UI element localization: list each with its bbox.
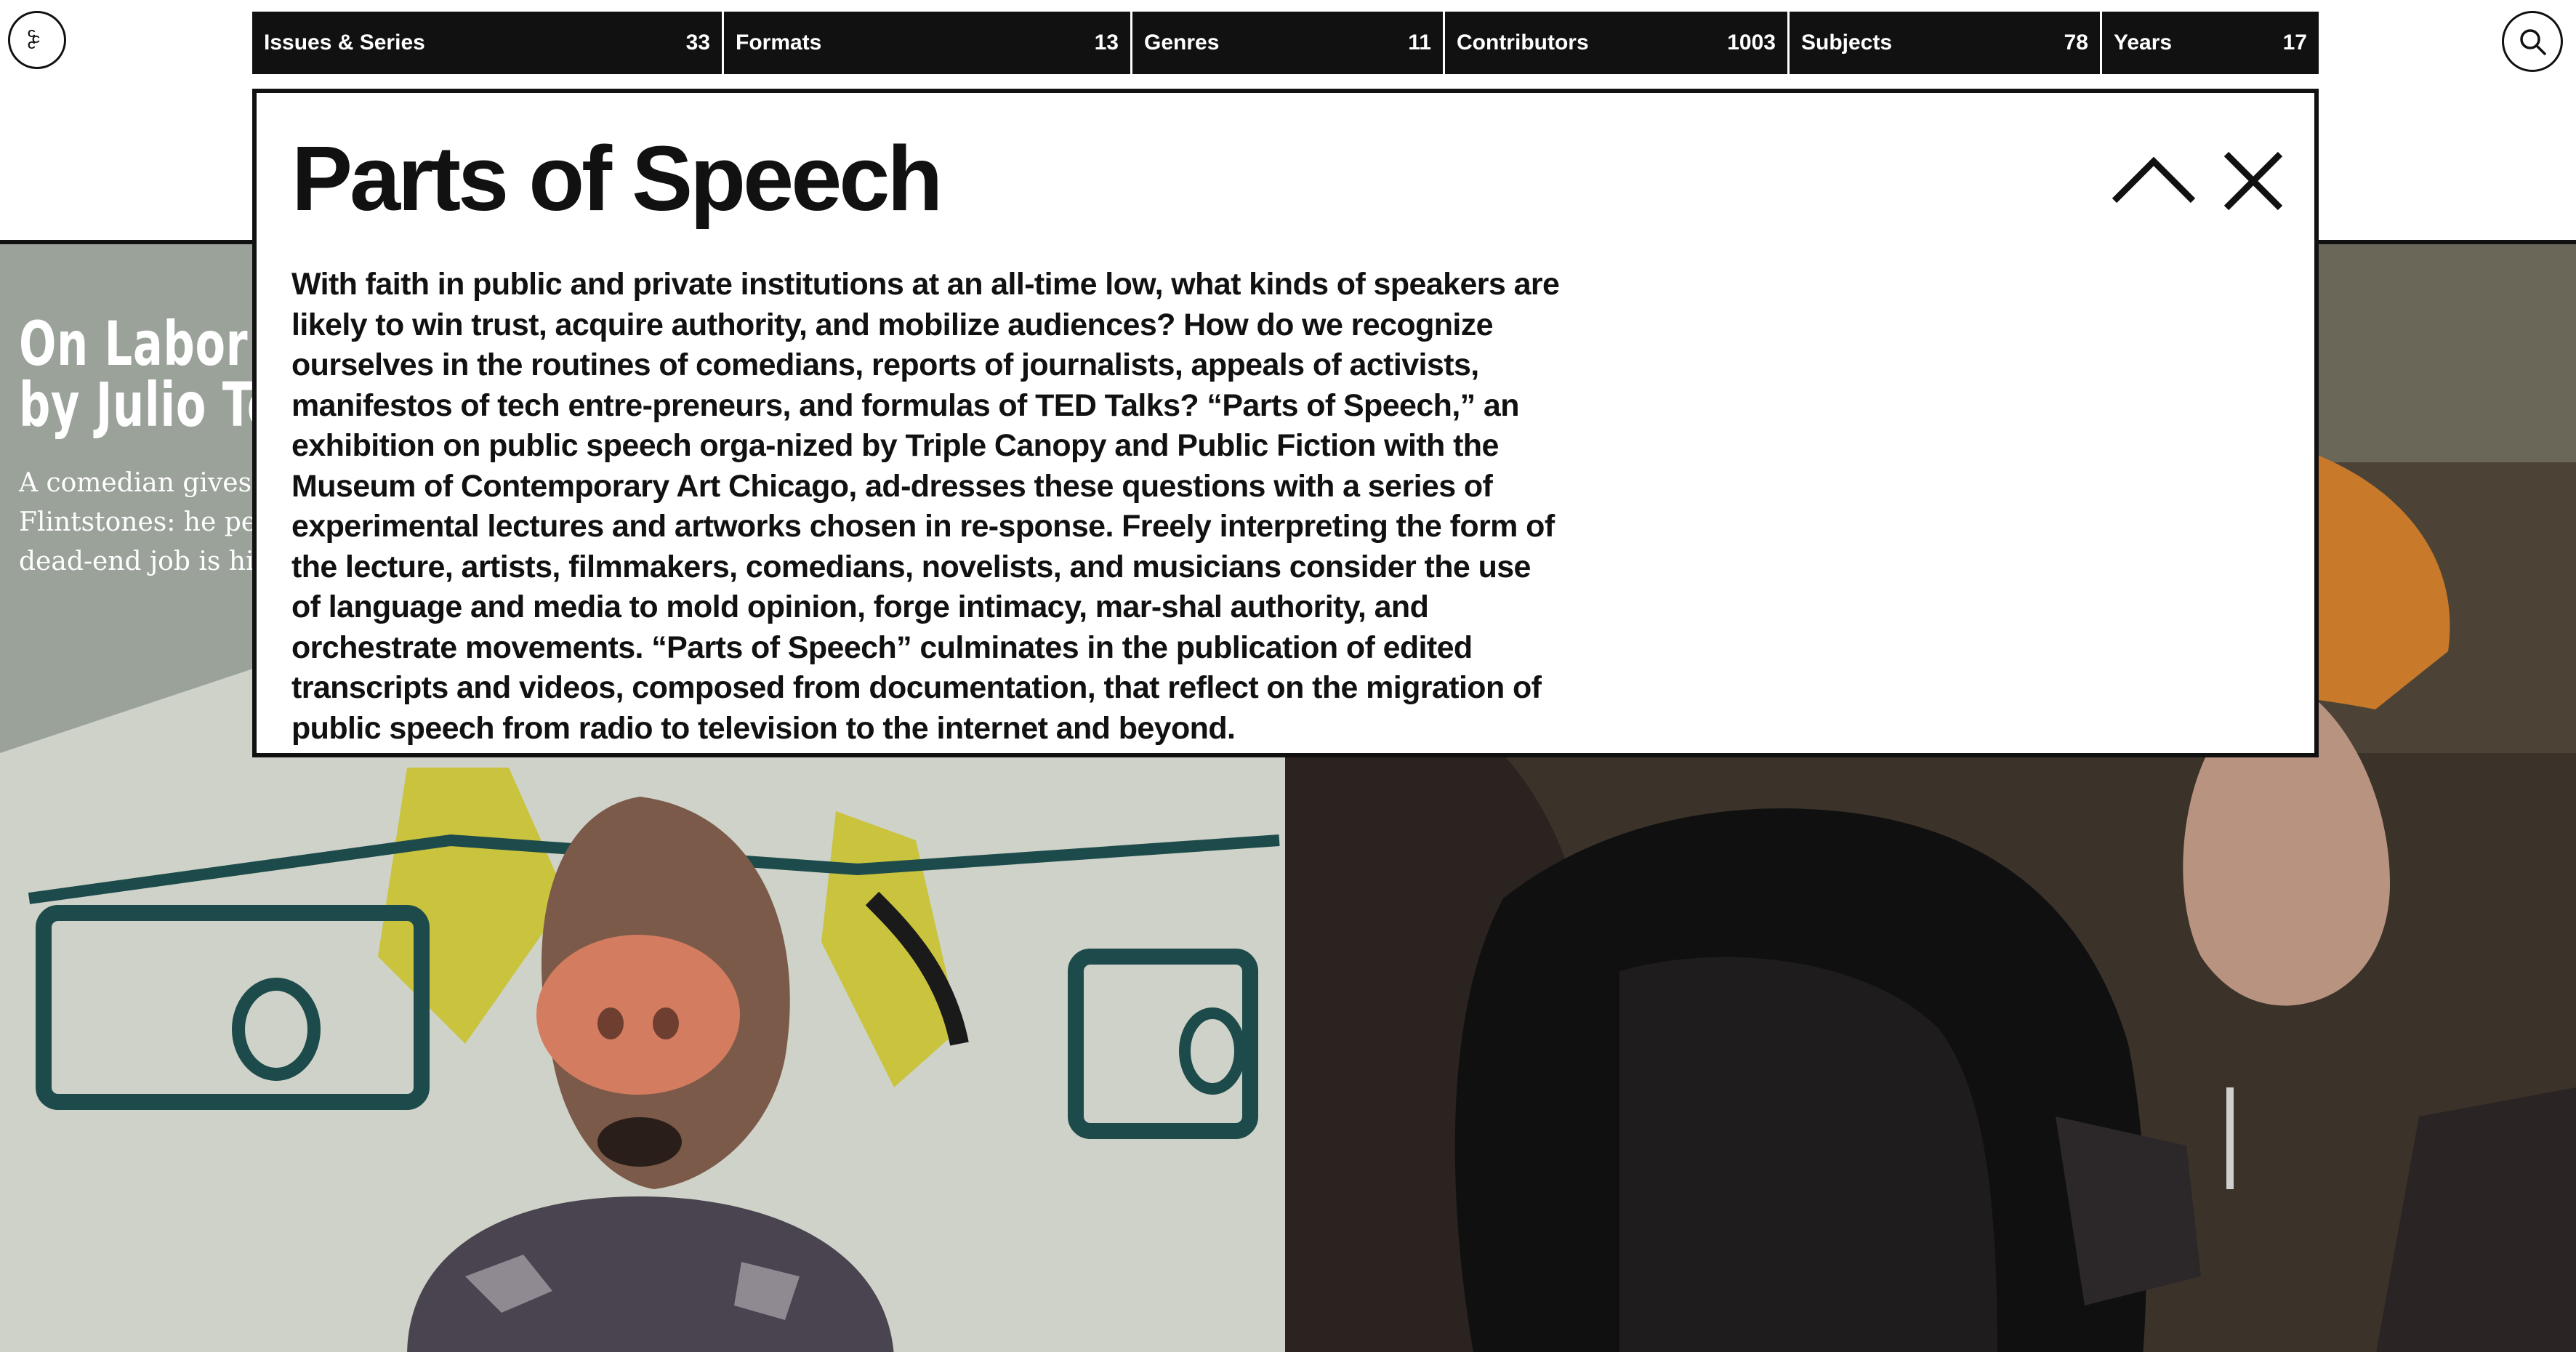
chevron-up-icon (2112, 156, 2196, 204)
nav-item-label: Genres (1144, 31, 1220, 55)
nav-item-label: Subjects (1801, 31, 1893, 55)
nav-item-count: 17 (2282, 31, 2307, 55)
site-logo[interactable]: C C C (8, 11, 66, 69)
close-icon (2223, 151, 2283, 211)
nav-item-subjects[interactable]: Subjects 78 (1790, 12, 2102, 74)
overlay-title: Parts of Speech (291, 127, 943, 230)
triple-canopy-logo-icon: C C C (28, 28, 40, 52)
collapse-button[interactable] (2110, 145, 2197, 211)
nav-item-genres[interactable]: Genres 11 (1132, 12, 1445, 74)
nav-item-label: Contributors (1457, 31, 1589, 55)
nav-item-label: Issues & Series (264, 31, 425, 55)
nav-item-formats[interactable]: Formats 13 (724, 12, 1132, 74)
series-overlay-panel: Parts of Speech With faith in public and… (252, 89, 2319, 757)
nav-item-count: 13 (1094, 31, 1119, 55)
search-button[interactable] (2502, 11, 2563, 72)
svg-text:C: C (28, 39, 36, 52)
nav-item-contributors[interactable]: Contributors 1003 (1445, 12, 1790, 74)
top-navigation: Issues & Series 33 Formats 13 Genres 11 … (252, 12, 2319, 74)
nav-item-count: 78 (2064, 31, 2088, 55)
overlay-description: With faith in public and private institu… (291, 267, 1560, 746)
nav-item-count: 33 (685, 31, 710, 55)
nav-item-count: 11 (1408, 31, 1431, 55)
search-icon (2520, 29, 2546, 55)
nav-item-issues-series[interactable]: Issues & Series 33 (252, 12, 724, 74)
close-button[interactable] (2221, 148, 2286, 214)
nav-item-label: Years (2114, 31, 2173, 55)
nav-item-label: Formats (736, 31, 822, 55)
nav-item-years[interactable]: Years 17 (2102, 12, 2319, 74)
nav-item-count: 1003 (1727, 31, 1776, 55)
